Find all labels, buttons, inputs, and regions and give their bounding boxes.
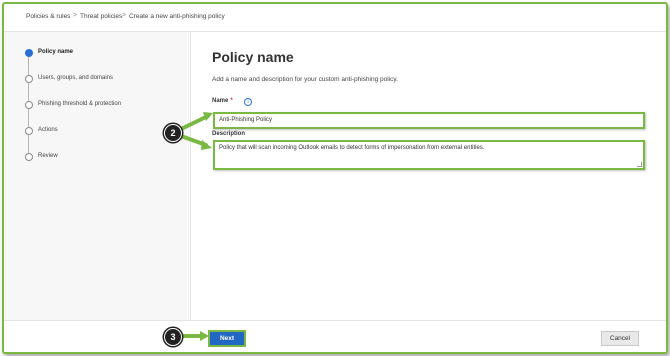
breadcrumb-item-current: Create a new anti-phishing policy bbox=[129, 13, 225, 20]
breadcrumb-item-threat-policies[interactable]: Threat policies bbox=[80, 13, 122, 20]
description-textarea[interactable]: Policy that will scan incoming Outlook e… bbox=[213, 140, 645, 170]
name-input[interactable]: Anti-Phishing Policy bbox=[213, 112, 645, 129]
name-label-text: Name bbox=[212, 98, 229, 104]
wizard-footer: Next Cancel bbox=[4, 320, 666, 352]
required-marker: * bbox=[230, 98, 233, 104]
step-policy-name[interactable]: Policy name bbox=[38, 49, 73, 55]
step-indicator-icon bbox=[25, 75, 33, 83]
info-icon[interactable]: i bbox=[244, 98, 252, 106]
step-phishing-threshold[interactable]: Phishing threshold & protection bbox=[38, 101, 121, 107]
breadcrumb-separator-icon: > bbox=[73, 12, 78, 19]
callout-badge-2: 2 bbox=[164, 124, 182, 142]
cancel-button[interactable]: Cancel bbox=[601, 331, 639, 346]
breadcrumb-item-policies-rules[interactable]: Policies & rules bbox=[26, 13, 70, 20]
main-content: Policy name Add a name and description f… bbox=[191, 32, 666, 320]
wizard-steps-pane: Policy name Users, groups, and domains P… bbox=[4, 32, 191, 320]
resize-handle-icon[interactable] bbox=[637, 162, 642, 167]
breadcrumb: Policies & rules > Threat policies > Cre… bbox=[4, 4, 666, 32]
next-button[interactable]: Next bbox=[208, 330, 246, 347]
page-description: Add a name and description for your cust… bbox=[212, 76, 398, 83]
step-indicator-icon bbox=[25, 153, 33, 161]
breadcrumb-separator-icon: > bbox=[122, 12, 127, 19]
step-indicator-icon bbox=[25, 101, 33, 109]
step-users-groups-domains[interactable]: Users, groups, and domains bbox=[38, 75, 113, 81]
name-input-value: Anti-Phishing Policy bbox=[219, 117, 273, 123]
step-indicator-active-icon bbox=[25, 49, 33, 57]
step-review[interactable]: Review bbox=[38, 153, 58, 159]
step-indicator-icon bbox=[25, 127, 33, 135]
page-title: Policy name bbox=[212, 49, 294, 65]
description-field-label: Description bbox=[212, 131, 246, 137]
app-frame: Policies & rules > Threat policies > Cre… bbox=[2, 2, 668, 354]
callout-badge-3: 3 bbox=[164, 328, 182, 346]
step-actions[interactable]: Actions bbox=[38, 127, 58, 133]
name-field-label: Name * bbox=[212, 98, 233, 104]
description-textarea-value: Policy that will scan incoming Outlook e… bbox=[219, 145, 485, 151]
